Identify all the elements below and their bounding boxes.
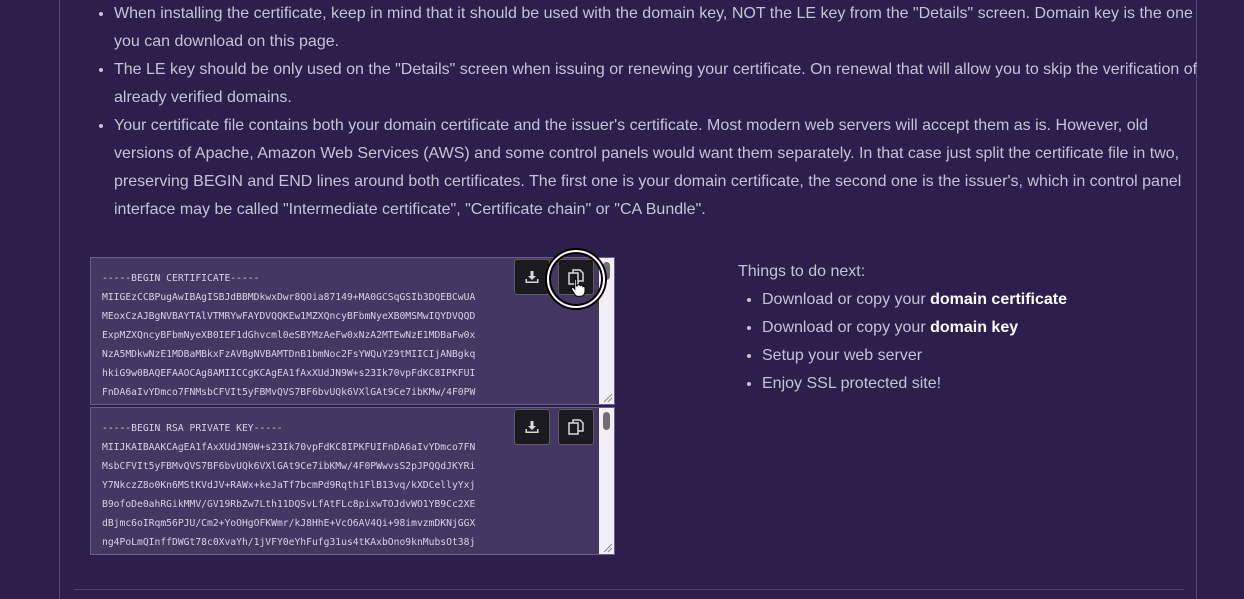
next-steps-heading: Things to do next:	[738, 263, 866, 280]
hand-pointer-icon	[571, 278, 586, 297]
next-step-item: Enjoy SSL protected site!	[762, 370, 1158, 398]
next-step-item: Download or copy your domain key	[762, 314, 1158, 342]
step-text: Enjoy SSL protected site!	[762, 375, 942, 392]
resize-handle-icon[interactable]	[603, 393, 613, 403]
step-text: Download or copy your	[762, 291, 931, 308]
installation-notes: When installing the certificate, keep in…	[90, 0, 1199, 224]
download-certificate-button[interactable]	[514, 259, 550, 295]
next-steps: Things to do next: Download or copy your…	[738, 258, 1158, 398]
download-icon	[525, 421, 539, 433]
resize-handle-icon[interactable]	[603, 543, 613, 553]
step-text: Download or copy your	[762, 319, 931, 336]
next-step-item: Download or copy your domain certificate	[762, 286, 1158, 314]
download-icon	[525, 271, 539, 283]
next-steps-list: Download or copy your domain certificate…	[738, 286, 1158, 398]
note-item: When installing the certificate, keep in…	[114, 0, 1199, 56]
step-text: Setup your web server	[762, 347, 923, 364]
download-key-button[interactable]	[514, 409, 550, 445]
note-item: The LE key should be only used on the "D…	[114, 56, 1199, 112]
domain-key-text: -----BEGIN RSA PRIVATE KEY----- MIIJKAIB…	[102, 423, 476, 548]
certificate-text: -----BEGIN CERTIFICATE----- MIIGEzCCBPug…	[102, 273, 476, 398]
next-step-item: Setup your web server	[762, 342, 1158, 370]
step-emphasis: domain certificate	[930, 291, 1068, 308]
step-emphasis: domain key	[930, 319, 1019, 336]
copy-icon	[568, 419, 584, 435]
domain-key-scrollbar[interactable]	[599, 408, 614, 554]
copy-key-button[interactable]	[558, 409, 594, 445]
note-item: Your certificate file contains both your…	[114, 112, 1199, 224]
divider	[74, 589, 1184, 590]
